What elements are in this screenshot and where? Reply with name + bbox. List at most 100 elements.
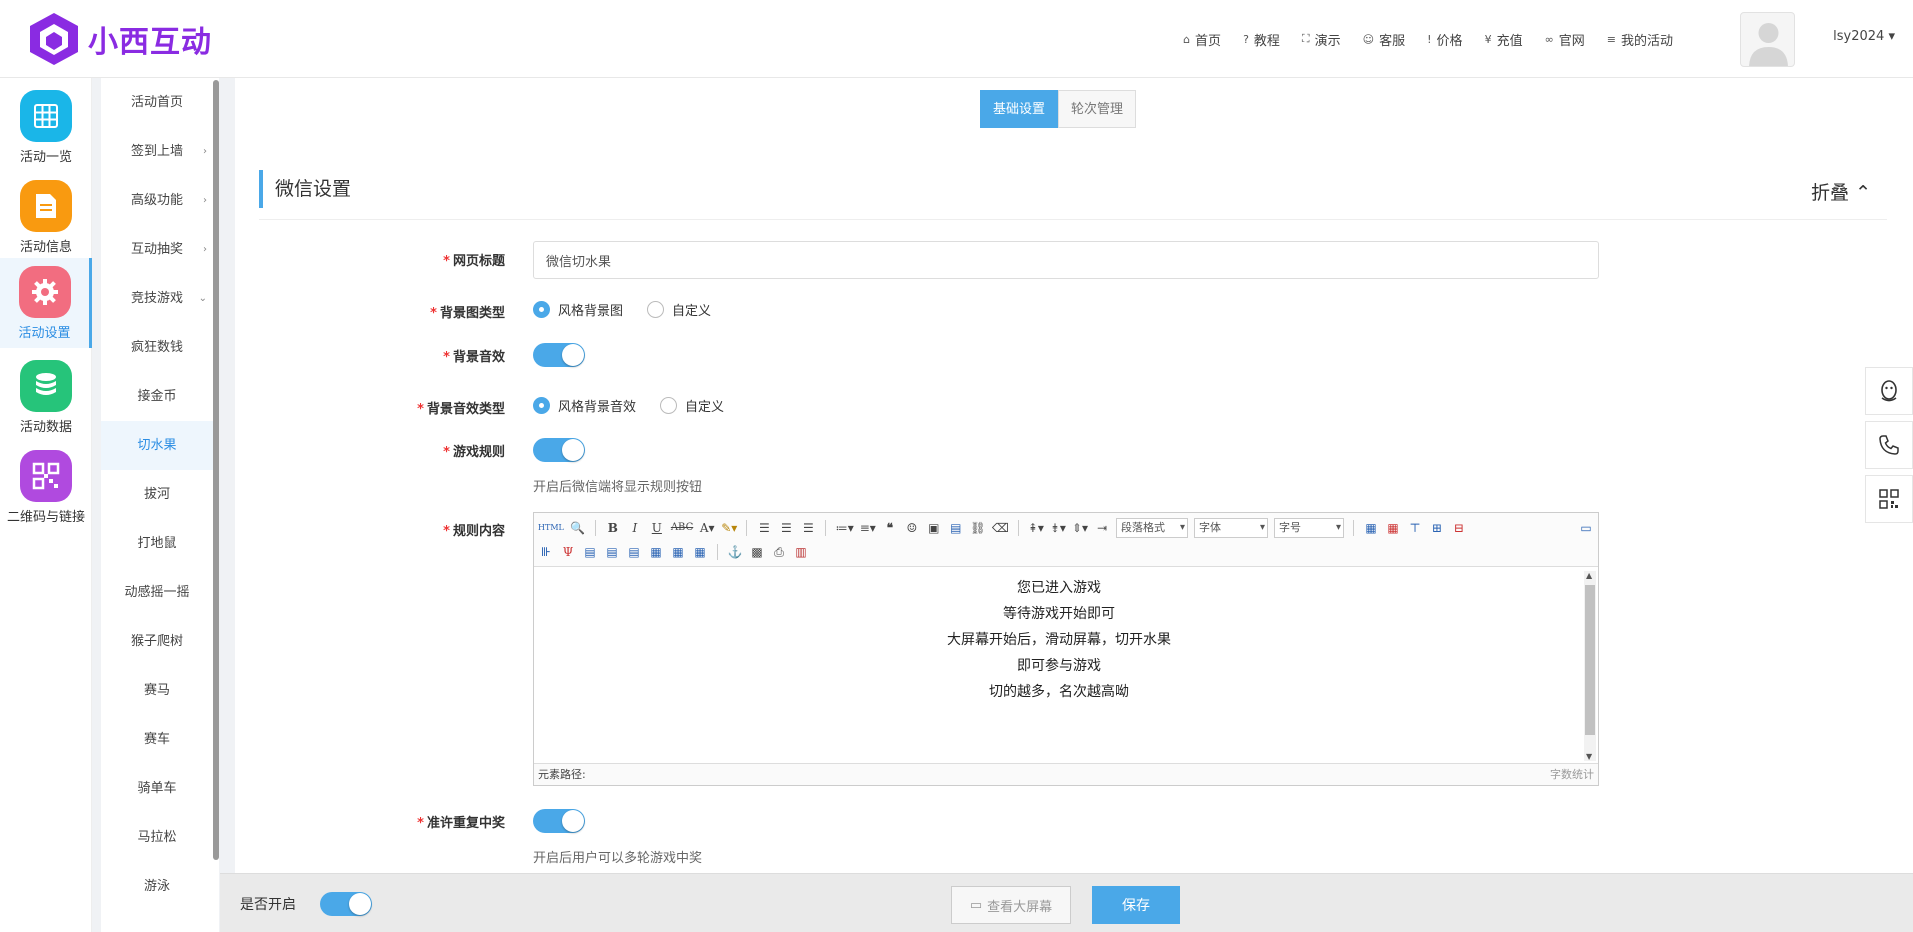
font-color-icon[interactable]: A▾: [699, 519, 715, 537]
highlight-icon[interactable]: ✎▾: [721, 519, 737, 537]
brand-logo[interactable]: 小西互动: [26, 8, 226, 70]
user-menu[interactable]: lsy2024 ▾: [1833, 29, 1895, 44]
insert-row-icon[interactable]: ⊞: [1429, 519, 1445, 537]
insert-paragraph-before-table-icon[interactable]: ⊤: [1407, 519, 1423, 537]
bg-music-toggle[interactable]: [533, 343, 585, 367]
subnav-item[interactable]: 疯狂数钱: [101, 323, 213, 372]
nav-home[interactable]: ⌂ 首页: [1183, 30, 1221, 49]
subnav-item[interactable]: 游泳: [101, 862, 213, 911]
print-icon[interactable]: ⎙: [771, 543, 787, 561]
video-icon[interactable]: ▤: [948, 519, 964, 537]
font-family-select[interactable]: 字体: [1194, 518, 1269, 538]
nav-my-activities[interactable]: ≡ 我的活动: [1607, 30, 1673, 49]
font-size-select[interactable]: 字号: [1274, 518, 1345, 538]
anchor-icon[interactable]: ⚓: [727, 543, 743, 561]
delete-column-icon[interactable]: Ψ: [560, 543, 576, 561]
scroll-down-icon[interactable]: ▼: [1586, 752, 1592, 761]
subnav-item[interactable]: 赛车: [101, 715, 213, 764]
align-right-icon[interactable]: ☰: [800, 519, 816, 537]
sidebar-item-activity-info[interactable]: 活动信息: [0, 172, 92, 262]
phone-contact-button[interactable]: [1865, 421, 1913, 469]
editor-scrollbar[interactable]: ▲ ▼: [1584, 571, 1596, 761]
link-icon[interactable]: ⛓: [970, 519, 986, 537]
subnav-item[interactable]: 猴子爬树: [101, 617, 213, 666]
bold-icon[interactable]: B: [605, 519, 621, 537]
bg-music-style-radio[interactable]: 风格背景音效: [533, 396, 636, 415]
delete-table-icon[interactable]: ▦: [1385, 519, 1401, 537]
subnav-item[interactable]: 签到上墙 ›: [101, 127, 213, 176]
save-button[interactable]: 保存: [1092, 886, 1180, 924]
align-left-icon[interactable]: ☰: [756, 519, 772, 537]
subnav-item[interactable]: 打地鼠: [101, 519, 213, 568]
merge-down-icon[interactable]: ▤: [626, 543, 642, 561]
sidebar-item-activity-settings[interactable]: 活动设置: [0, 258, 92, 348]
row-spacing-top-icon[interactable]: ⇞▾: [1028, 519, 1044, 537]
subnav-item[interactable]: 动感摇一摇: [101, 568, 213, 617]
subnav-item[interactable]: 马拉松: [101, 813, 213, 862]
emoji-icon[interactable]: ☺: [904, 519, 920, 537]
split-cells-icon[interactable]: ▦: [648, 543, 664, 561]
subnav-item[interactable]: 骑单车: [101, 764, 213, 813]
strikethrough-icon[interactable]: ABC: [671, 519, 693, 537]
paragraph-format-select[interactable]: 段落格式: [1116, 518, 1189, 538]
repeat-win-toggle[interactable]: [533, 809, 585, 833]
unordered-list-icon[interactable]: ≡▾: [860, 519, 876, 537]
view-big-screen-button[interactable]: ▭ 查看大屏幕: [951, 886, 1071, 924]
bg-type-style-radio[interactable]: 风格背景图: [533, 300, 623, 319]
underline-icon[interactable]: U: [649, 519, 665, 537]
nav-support[interactable]: ☺ 客服: [1363, 30, 1405, 49]
nav-demo[interactable]: ⛶ 演示: [1302, 30, 1341, 49]
subnav-item[interactable]: 接金币: [101, 372, 213, 421]
ordered-list-icon[interactable]: ≔▾: [835, 519, 853, 537]
subnav-item[interactable]: 赛马: [101, 666, 213, 715]
merge-right-icon[interactable]: ▤: [604, 543, 620, 561]
bg-music-custom-radio[interactable]: 自定义: [660, 396, 724, 415]
quote-icon[interactable]: ❝: [882, 519, 898, 537]
indent-icon[interactable]: ⇥: [1094, 519, 1110, 537]
insert-column-icon[interactable]: ⊪: [538, 543, 554, 561]
eraser-icon[interactable]: ⌫: [992, 519, 1009, 537]
sidebar-item-qrcode-links[interactable]: 二维码与链接: [0, 442, 92, 532]
subnav-item[interactable]: 竞技游戏 ⌄: [101, 274, 213, 323]
html-source-icon[interactable]: HTML: [538, 519, 564, 537]
sidebar-scrollbar[interactable]: [213, 80, 219, 860]
nav-tutorial[interactable]: ? 教程: [1243, 30, 1280, 49]
paste-icon[interactable]: ▥: [793, 543, 809, 561]
bg-type-custom-radio[interactable]: 自定义: [647, 300, 711, 319]
fullscreen-icon[interactable]: ▭: [1578, 519, 1594, 537]
split-rows-icon[interactable]: ▦: [670, 543, 686, 561]
avatar[interactable]: [1740, 12, 1795, 67]
qrcode-contact-button[interactable]: [1865, 475, 1913, 523]
line-height-icon[interactable]: ⇕▾: [1072, 519, 1088, 537]
word-count[interactable]: 字数统计: [1550, 764, 1594, 786]
collapse-toggle[interactable]: 折叠 ⌃: [1811, 178, 1871, 205]
align-center-icon[interactable]: ☰: [778, 519, 794, 537]
image-icon[interactable]: ▣: [926, 519, 942, 537]
page-title-input[interactable]: [533, 241, 1599, 279]
editor-content[interactable]: 您已进入游戏 等待游戏开始即可 大屏幕开始后，滑动屏幕，切开水果 即可参与游戏 …: [534, 569, 1584, 763]
qq-contact-button[interactable]: [1865, 367, 1913, 415]
insert-image-icon[interactable]: ▩: [749, 543, 765, 561]
game-rules-toggle[interactable]: [533, 438, 585, 462]
subnav-item[interactable]: 高级功能 ›: [101, 176, 213, 225]
preview-icon[interactable]: 🔍: [570, 519, 586, 537]
activity-enabled-toggle[interactable]: [320, 892, 372, 916]
subnav-item[interactable]: 拔河: [101, 470, 213, 519]
italic-icon[interactable]: I: [627, 519, 643, 537]
nav-website[interactable]: ∞ 官网: [1545, 30, 1585, 49]
nav-recharge[interactable]: ¥ 充值: [1485, 30, 1523, 49]
row-spacing-bottom-icon[interactable]: ⇟▾: [1050, 519, 1066, 537]
insert-table-icon[interactable]: ▦: [1363, 519, 1379, 537]
tab-rounds-management[interactable]: 轮次管理: [1058, 90, 1137, 128]
subnav-item[interactable]: 活动首页: [101, 78, 213, 127]
scroll-up-icon[interactable]: ▲: [1586, 571, 1592, 580]
sidebar-item-activity-list[interactable]: 活动一览: [0, 82, 92, 172]
subnav-item-active[interactable]: 切水果: [101, 421, 213, 470]
scroll-thumb[interactable]: [1585, 585, 1595, 735]
tab-basic-settings[interactable]: 基础设置: [980, 90, 1059, 128]
split-columns-icon[interactable]: ▦: [692, 543, 708, 561]
sidebar-item-activity-data[interactable]: 活动数据: [0, 352, 92, 442]
merge-cells-icon[interactable]: ▤: [582, 543, 598, 561]
delete-row-icon[interactable]: ⊟: [1451, 519, 1467, 537]
subnav-item[interactable]: 互动抽奖 ›: [101, 225, 213, 274]
